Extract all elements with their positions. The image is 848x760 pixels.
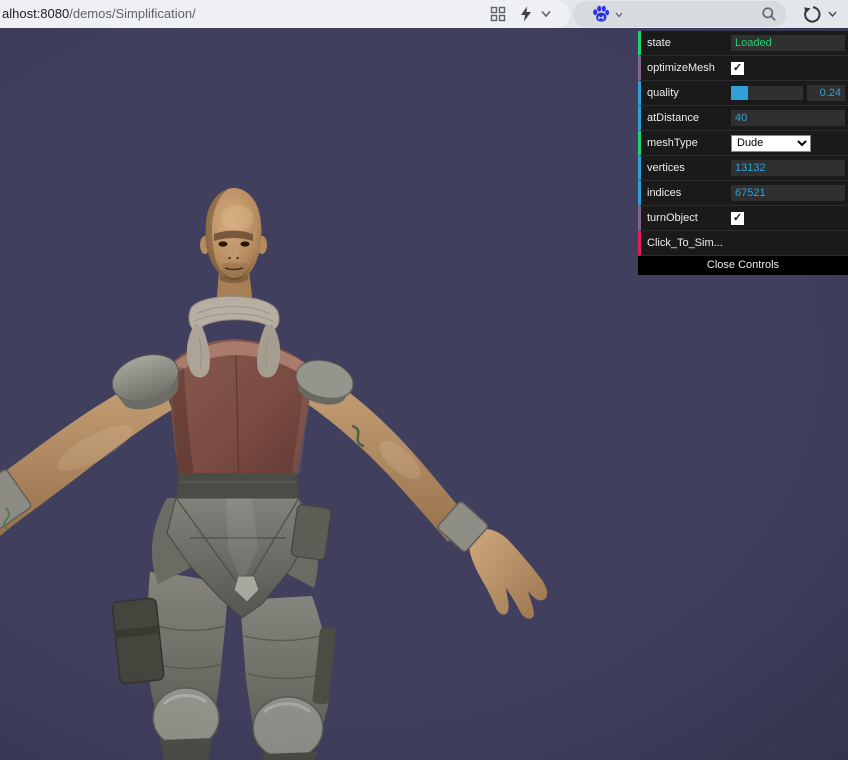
simplify-button-label: Click_To_Sim... (647, 237, 723, 249)
extension-pill (573, 1, 786, 27)
atdistance-label: atDistance (647, 112, 699, 124)
browser-right-tools (790, 0, 848, 28)
babylon-scene-canvas[interactable]: state Loaded optimizeMesh ✓ quality 0.24… (0, 28, 848, 760)
apps-grid-icon[interactable] (490, 6, 506, 22)
gui-row-meshtype: meshType Dude (638, 131, 848, 156)
chevron-down-icon[interactable] (615, 12, 623, 18)
browser-toolbar: alhost:8080/demos/Simplification/ (0, 0, 848, 28)
chevron-down-icon[interactable] (828, 11, 837, 18)
character-belt (177, 473, 299, 500)
atdistance-value[interactable]: 40 (731, 110, 845, 126)
gui-row-simplify-button[interactable]: Click_To_Sim... (638, 231, 848, 256)
url-path: /demos/Simplification/ (69, 6, 196, 21)
quality-slider-fill (731, 86, 749, 100)
close-controls-button[interactable]: Close Controls (638, 256, 848, 275)
optimizemesh-label: optimizeMesh (647, 62, 715, 74)
meshtype-select[interactable]: Dude (731, 134, 811, 152)
vertices-label: vertices (647, 162, 685, 174)
state-label: state (647, 37, 671, 49)
gui-row-indices: indices 67521 (638, 181, 848, 206)
quality-slider[interactable] (731, 86, 803, 100)
dat-gui-panel: state Loaded optimizeMesh ✓ quality 0.24… (638, 31, 848, 275)
character-head (200, 188, 267, 280)
character-right-hand (437, 501, 548, 619)
search-icon[interactable] (761, 6, 777, 22)
url-text[interactable]: alhost:8080/demos/Simplification/ (2, 6, 196, 21)
baidu-paw-icon[interactable] (591, 4, 611, 24)
gui-row-quality: quality 0.24 (638, 81, 848, 106)
turnobject-checkbox[interactable]: ✓ (731, 211, 744, 225)
address-bar[interactable]: alhost:8080/demos/Simplification/ (0, 0, 570, 28)
indices-value[interactable]: 67521 (731, 185, 845, 201)
optimizemesh-checkbox[interactable]: ✓ (731, 61, 744, 75)
url-host: alhost:8080 (2, 6, 70, 21)
undo-icon[interactable] (802, 4, 822, 24)
vertices-value[interactable]: 13132 (731, 160, 845, 176)
chevron-down-icon[interactable] (541, 10, 551, 18)
quality-label: quality (647, 87, 679, 99)
gui-row-state: state Loaded (638, 31, 848, 56)
gui-row-atdistance: atDistance 40 (638, 106, 848, 131)
right-knee-pad (252, 696, 324, 760)
turnobject-label: turnObject (647, 212, 698, 224)
gui-row-turnobject: turnObject ✓ (638, 206, 848, 231)
gui-row-vertices: vertices 13132 (638, 156, 848, 181)
right-hip-pouch (290, 504, 332, 561)
state-value[interactable]: Loaded (731, 35, 845, 51)
meshtype-label: meshType (647, 137, 698, 149)
quality-value[interactable]: 0.24 (807, 85, 845, 101)
lightning-icon[interactable] (518, 6, 534, 22)
gui-row-optimizemesh: optimizeMesh ✓ (638, 56, 848, 81)
left-thigh-pouch (111, 597, 165, 685)
indices-label: indices (647, 187, 682, 199)
